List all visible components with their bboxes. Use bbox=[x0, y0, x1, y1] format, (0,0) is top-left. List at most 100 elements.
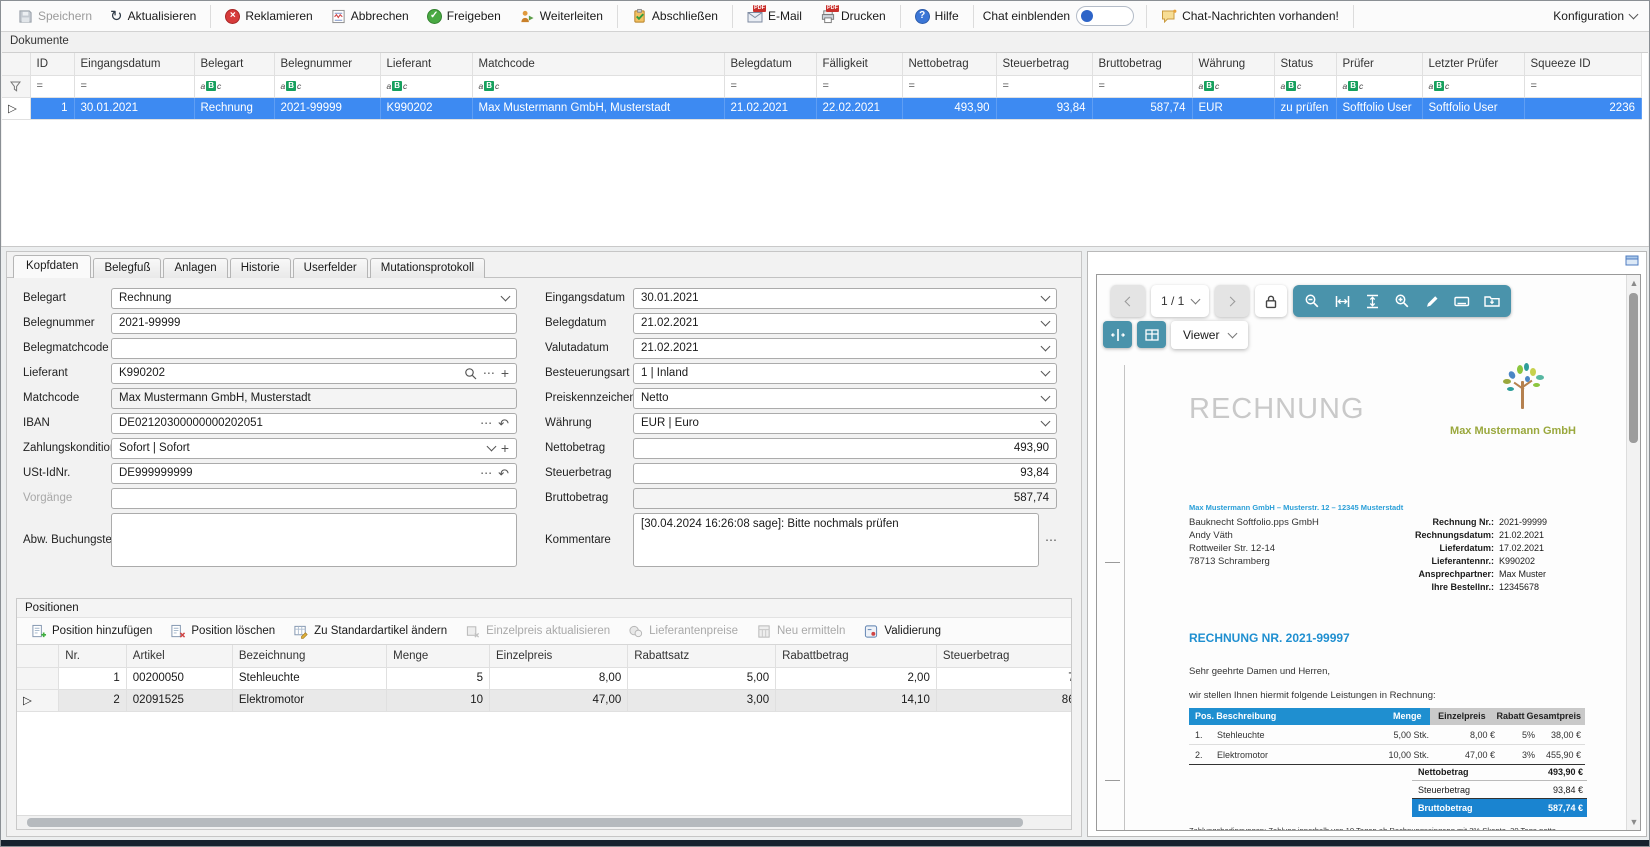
lieferant-input[interactable]: K990202 ⋯ + bbox=[111, 363, 517, 384]
filter-cell[interactable]: = bbox=[996, 75, 1092, 97]
tab-belegfuss[interactable]: Belegfuß bbox=[93, 258, 161, 278]
viewer-mode-dropdown[interactable]: Viewer bbox=[1171, 321, 1248, 349]
undo-icon[interactable]: ↶ bbox=[498, 467, 509, 480]
scrollbar-thumb[interactable] bbox=[1629, 293, 1638, 443]
filter-cell[interactable]: aBc bbox=[1422, 75, 1524, 97]
col-belegnummer[interactable]: Belegnummer bbox=[274, 53, 380, 75]
help-button[interactable]: ? Hilfe bbox=[906, 4, 968, 29]
col-faelligkeit[interactable]: Fälligkeit bbox=[816, 53, 902, 75]
abw-buchungstext-textarea[interactable] bbox=[111, 513, 517, 567]
belegart-select[interactable]: Rechnung bbox=[111, 288, 517, 309]
pcol-rabattsatz[interactable]: Rabattsatz bbox=[628, 645, 776, 667]
lock-button[interactable] bbox=[1255, 285, 1287, 317]
filter-cell[interactable]: aBc bbox=[1336, 75, 1422, 97]
ustidnr-input[interactable]: DE999999999 ⋯ ↶ bbox=[111, 463, 517, 484]
finish-button[interactable]: Abschließen bbox=[623, 4, 727, 29]
tab-mutationsprotokoll[interactable]: Mutationsprotokoll bbox=[370, 258, 485, 278]
pcol-steuerbetrag[interactable]: Steuerbetrag bbox=[936, 645, 1071, 667]
ellipsis-icon[interactable]: ⋯ bbox=[1045, 533, 1057, 547]
pcol-nr[interactable]: Nr. bbox=[59, 645, 127, 667]
nettobetrag-input[interactable]: 493,90 bbox=[633, 438, 1057, 459]
tab-anlagen[interactable]: Anlagen bbox=[163, 258, 227, 278]
besteuerungsart-select[interactable]: 1 | Inland bbox=[633, 363, 1057, 384]
next-page-button[interactable] bbox=[1215, 285, 1249, 317]
valutadatum-select[interactable]: 21.02.2021 bbox=[633, 338, 1057, 359]
belegmatchcode-input[interactable] bbox=[111, 338, 517, 359]
filter-cell[interactable]: = bbox=[1524, 75, 1642, 97]
col-id[interactable]: ID bbox=[30, 53, 74, 75]
eingangsdatum-select[interactable]: 30.01.2021 bbox=[633, 288, 1057, 309]
filter-cell[interactable]: aBc bbox=[1274, 75, 1336, 97]
change-standard-article-button[interactable]: Zu Standardartikel ändern bbox=[285, 620, 455, 643]
filter-cell[interactable]: aBc bbox=[274, 75, 380, 97]
iban-input[interactable]: DE02120300000000202051 ⋯ ↶ bbox=[111, 413, 517, 434]
chat-toggle[interactable] bbox=[1076, 6, 1134, 26]
filter-cell[interactable]: aBc bbox=[194, 75, 274, 97]
col-nettobetrag[interactable]: Nettobetrag bbox=[902, 53, 996, 75]
page-width-button[interactable] bbox=[1103, 321, 1132, 348]
col-squeeze-id[interactable]: Squeeze ID bbox=[1524, 53, 1642, 75]
col-letzter-pruefer[interactable]: Letzter Prüfer bbox=[1422, 53, 1524, 75]
filter-cell[interactable]: aBc bbox=[472, 75, 724, 97]
update-unit-price-button[interactable]: Einzelpreis aktualisieren bbox=[457, 620, 618, 643]
save-to-folder-button[interactable] bbox=[1479, 288, 1505, 314]
col-status[interactable]: Status bbox=[1274, 53, 1336, 75]
ellipsis-icon[interactable]: ⋯ bbox=[480, 467, 492, 479]
refresh-button[interactable]: ↻ Aktualisieren bbox=[101, 4, 205, 29]
col-eingangsdatum[interactable]: Eingangsdatum bbox=[74, 53, 194, 75]
col-pruefer[interactable]: Prüfer bbox=[1336, 53, 1422, 75]
scrollbar-thumb[interactable] bbox=[27, 818, 1023, 827]
viewer-vertical-scrollbar[interactable]: ▲ ▼ bbox=[1626, 275, 1640, 830]
col-belegart[interactable]: Belegart bbox=[194, 53, 274, 75]
tab-historie[interactable]: Historie bbox=[230, 258, 291, 278]
kommentare-textarea[interactable]: [30.04.2024 16:26:08 sage]: Bitte nochma… bbox=[633, 513, 1039, 567]
undock-window-icon[interactable] bbox=[1625, 254, 1640, 267]
belegnummer-input[interactable]: 2021-99999 bbox=[111, 313, 517, 334]
add-icon[interactable]: + bbox=[501, 441, 509, 455]
supplier-prices-button[interactable]: Lieferantenpreise bbox=[620, 620, 746, 643]
col-bruttobetrag[interactable]: Bruttobetrag bbox=[1092, 53, 1192, 75]
zoom-out-button[interactable] bbox=[1299, 288, 1325, 314]
document-row[interactable]: ▷ 1 30.01.2021 Rechnung 2021-99999 K9902… bbox=[2, 97, 1642, 119]
add-icon[interactable]: + bbox=[501, 366, 509, 380]
filter-cell[interactable]: = bbox=[724, 75, 816, 97]
waehrung-select[interactable]: EUR | Euro bbox=[633, 413, 1057, 434]
filter-cell[interactable]: aBc bbox=[1192, 75, 1274, 97]
print-button[interactable]: PDF Drucken bbox=[811, 4, 895, 29]
scroll-down-icon[interactable]: ▼ bbox=[1627, 817, 1641, 827]
page-indicator-dropdown[interactable]: 1 / 1 bbox=[1151, 285, 1209, 317]
fit-width-button[interactable] bbox=[1329, 288, 1355, 314]
filter-cell[interactable]: = bbox=[74, 75, 194, 97]
position-row[interactable]: 1 00200050 Stehleuchte 5 8,00 5,00 2,00 … bbox=[17, 667, 1071, 689]
pcol-rabattbetrag[interactable]: Rabattbetrag bbox=[776, 645, 937, 667]
recalculate-button[interactable]: Neu ermitteln bbox=[748, 620, 853, 643]
filter-cell[interactable]: aBc bbox=[380, 75, 472, 97]
belegdatum-select[interactable]: 21.02.2021 bbox=[633, 313, 1057, 334]
ellipsis-icon[interactable]: ⋯ bbox=[480, 417, 492, 429]
preiskennzeichen-select[interactable]: Netto bbox=[633, 388, 1057, 409]
filter-cell[interactable]: = bbox=[816, 75, 902, 97]
positions-horizontal-scrollbar[interactable] bbox=[17, 815, 1071, 829]
position-row[interactable]: ▷ 2 02091525 Elektromotor 10 47,00 3,00 … bbox=[17, 689, 1071, 711]
zahlungskondition-select[interactable]: Sofort | Sofort + bbox=[111, 438, 517, 459]
configuration-menu[interactable]: Konfiguration bbox=[1553, 9, 1641, 23]
col-belegdatum[interactable]: Belegdatum bbox=[724, 53, 816, 75]
pcol-menge[interactable]: Menge bbox=[387, 645, 490, 667]
search-icon[interactable] bbox=[464, 367, 477, 380]
tab-kopfdaten[interactable]: Kopfdaten bbox=[13, 255, 91, 278]
table-view-button[interactable] bbox=[1137, 321, 1166, 348]
tab-userfelder[interactable]: Userfelder bbox=[293, 258, 368, 278]
steuerbetrag-input[interactable]: 93,84 bbox=[633, 463, 1057, 484]
add-position-button[interactable]: Position hinzufügen bbox=[23, 620, 160, 643]
filter-cell[interactable]: = bbox=[902, 75, 996, 97]
approve-button[interactable]: ✓ Freigeben bbox=[418, 4, 510, 29]
stamp-button[interactable] bbox=[1449, 288, 1475, 314]
save-button[interactable]: Speichern bbox=[9, 4, 101, 29]
chat-messages-button[interactable]: Chat-Nachrichten vorhanden! bbox=[1152, 4, 1348, 29]
validation-button[interactable]: Validierung bbox=[855, 620, 949, 643]
pcol-bezeichnung[interactable]: Bezeichnung bbox=[232, 645, 386, 667]
zoom-in-button[interactable] bbox=[1389, 288, 1415, 314]
col-lieferant[interactable]: Lieferant bbox=[380, 53, 472, 75]
col-waehrung[interactable]: Währung bbox=[1192, 53, 1274, 75]
fit-height-button[interactable] bbox=[1359, 288, 1385, 314]
